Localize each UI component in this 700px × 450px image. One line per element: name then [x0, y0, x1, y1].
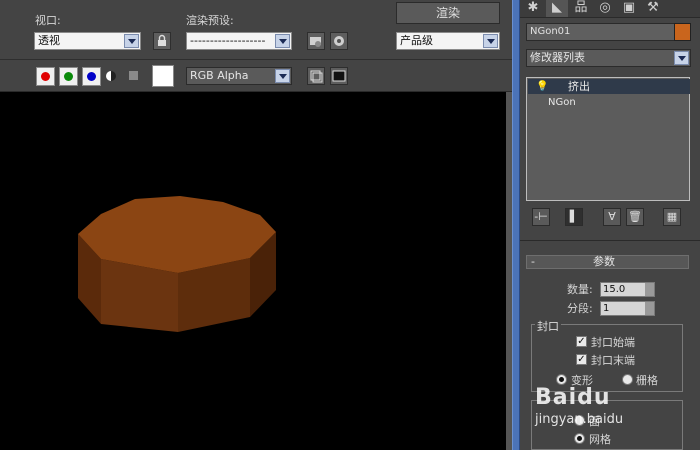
cap-end-label: 封口末端 [591, 354, 635, 367]
chevron-down-icon[interactable] [124, 34, 139, 48]
stack-item-extrude[interactable]: 💡 挤出 [528, 79, 690, 94]
watermark-site: jingyan.baidu [535, 412, 624, 427]
channel-dropdown[interactable]: RGB Alpha [186, 67, 292, 85]
blue-dot-icon [87, 72, 96, 81]
command-tabs: ✱ ◣ 品 ◎ ▣ ⚒ [520, 0, 700, 18]
modifier-stack: 💡 挤出 NGon [526, 77, 690, 201]
tab-hierarchy[interactable]: 品 [570, 0, 592, 17]
segments-value: 1 [603, 303, 610, 314]
environment-button[interactable] [330, 32, 348, 50]
render-button[interactable]: 渲染 [396, 2, 500, 24]
stack-item-label: NGon [548, 97, 576, 108]
spinner-arrows-icon[interactable] [645, 302, 654, 315]
stack-item-label: 挤出 [568, 80, 590, 93]
render-toolbar: 视口: 透视 渲染预设: ------------------- 渲染 产品级 [0, 0, 512, 60]
remove-modifier-button[interactable]: 🗑 [626, 208, 644, 226]
extruded-ngon-render [78, 196, 276, 332]
tab-modify[interactable]: ◣ [546, 0, 568, 17]
parameters-rollout-header[interactable]: - 参数 [526, 255, 689, 269]
green-channel-toggle[interactable] [59, 67, 78, 86]
green-dot-icon [64, 72, 73, 81]
cap-start-checkbox[interactable]: ✓ [576, 336, 587, 347]
background-color-swatch[interactable] [152, 65, 174, 87]
render-viewport[interactable] [0, 92, 506, 450]
render-preset-dropdown[interactable]: ------------------- [186, 32, 292, 50]
display-toggle-button[interactable] [330, 67, 348, 85]
show-end-result-button[interactable]: ▌ [565, 208, 583, 226]
channel-value: RGB Alpha [190, 69, 249, 82]
copy-icon [310, 70, 323, 83]
tab-create[interactable]: ✱ [522, 0, 544, 17]
amount-label: 数量: [567, 283, 593, 296]
render-preset-value: ------------------- [190, 34, 266, 47]
object-color-swatch[interactable] [674, 23, 691, 41]
quality-dropdown[interactable]: 产品级 [396, 32, 500, 50]
quality-value: 产品级 [400, 34, 433, 47]
watermark-brand: Baidu [535, 385, 611, 410]
chevron-down-icon[interactable] [674, 51, 689, 65]
make-unique-button[interactable]: ∀ [603, 208, 621, 226]
object-name-field[interactable]: NGon01 [526, 23, 689, 41]
blue-channel-toggle[interactable] [82, 67, 101, 86]
amount-spinner[interactable]: 15.0 [600, 282, 655, 297]
cap-start-label: 封口始端 [591, 336, 635, 349]
modifier-list-label: 修改器列表 [530, 51, 585, 64]
segments-label: 分段: [567, 302, 593, 315]
cap-end-checkbox[interactable]: ✓ [576, 354, 587, 365]
chevron-down-icon[interactable] [275, 69, 290, 83]
monochrome-icon[interactable] [129, 71, 138, 80]
lock-viewport-button[interactable] [153, 32, 171, 50]
viewport-label: 视口: [35, 14, 61, 27]
divider [520, 240, 700, 241]
chevron-down-icon[interactable] [275, 34, 290, 48]
lock-icon [158, 34, 166, 46]
viewport-value: 透视 [38, 34, 60, 47]
alpha-channel-icon[interactable] [106, 71, 116, 81]
render-frame-window: 视口: 透视 渲染预设: ------------------- 渲染 产品级 … [0, 0, 512, 450]
grid-radio[interactable] [622, 374, 633, 385]
tab-motion[interactable]: ◎ [594, 0, 616, 17]
viewport-dropdown[interactable]: 透视 [34, 32, 141, 50]
gear-icon [334, 36, 344, 46]
stack-item-ngon[interactable]: NGon [528, 95, 690, 110]
render-preset-label: 渲染预设: [186, 14, 234, 27]
cap-group-title: 封口 [535, 318, 561, 334]
panel-splitter[interactable] [512, 0, 520, 450]
object-name-value: NGon01 [530, 26, 571, 37]
pin-stack-button[interactable]: -⊢ [532, 208, 550, 226]
monitor-icon [332, 70, 346, 82]
tab-display[interactable]: ▣ [618, 0, 640, 17]
clone-frame-button[interactable] [307, 67, 325, 85]
baidu-watermark: Baidu jingyan.baidu [535, 385, 655, 445]
render-setup-button[interactable] [307, 32, 325, 50]
morph-radio[interactable] [556, 374, 567, 385]
red-channel-toggle[interactable] [36, 67, 55, 86]
modifier-list-dropdown[interactable]: 修改器列表 [526, 49, 691, 67]
spinner-arrows-icon[interactable] [645, 283, 654, 296]
red-dot-icon [41, 72, 50, 81]
configure-sets-button[interactable]: ▦ [663, 208, 681, 226]
rollout-title: 参数 [593, 255, 615, 268]
rollout-toggle: - [531, 255, 535, 268]
chevron-down-icon[interactable] [483, 34, 498, 48]
segments-spinner[interactable]: 1 [600, 301, 655, 316]
amount-value: 15.0 [603, 284, 626, 295]
lightbulb-icon[interactable]: 💡 [536, 79, 548, 94]
tab-utilities[interactable]: ⚒ [642, 0, 664, 17]
teapot-icon [310, 37, 321, 47]
